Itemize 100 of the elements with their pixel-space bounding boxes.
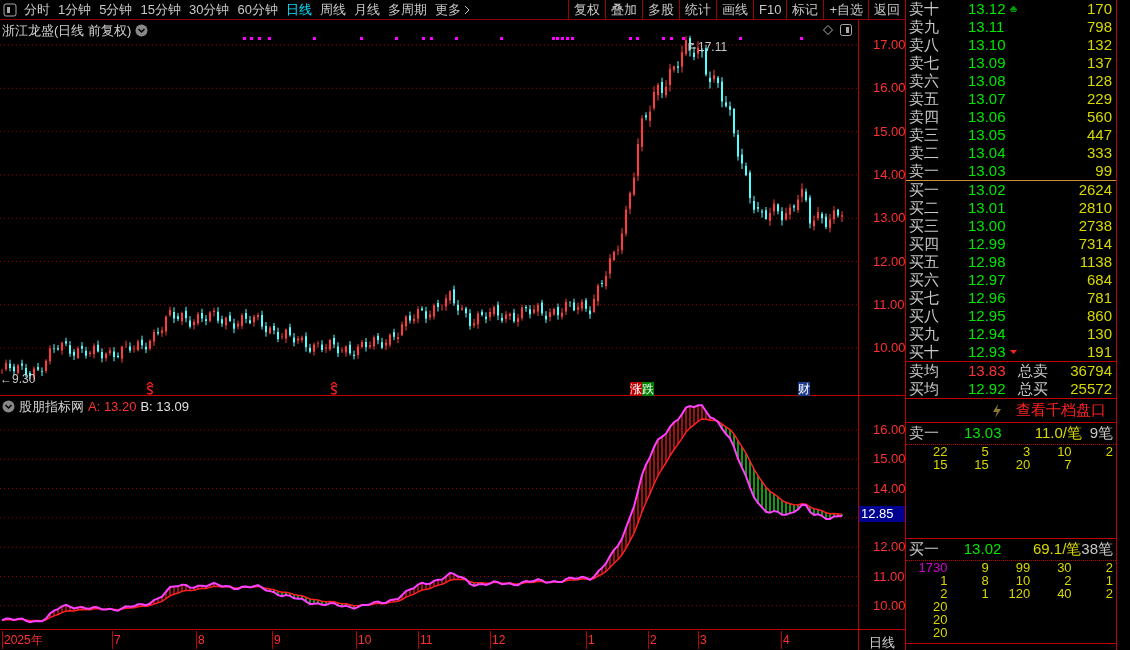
queue-order-size: 7 [1063, 458, 1072, 471]
toolbar-button[interactable]: F10 [753, 0, 787, 20]
queue-average: 69.1/笔 [1031, 539, 1082, 560]
dividend-marker-icon [146, 382, 154, 395]
axis-date-label: 2 [648, 631, 657, 649]
price-value: 13.12 [968, 0, 1006, 18]
axis-tick-label: 11.00 [873, 569, 905, 584]
queue-order-size: 20 [931, 626, 948, 639]
price-value: 12.99 [968, 235, 1006, 253]
down-triangle-icon [1010, 349, 1018, 355]
price-value: 13.08 [968, 72, 1006, 90]
period-tab[interactable]: 周线 [315, 0, 350, 20]
toolbar-button[interactable]: 返回 [868, 0, 905, 20]
period-tab[interactable]: 60分钟 [233, 0, 282, 20]
dividend-marker-icon [330, 382, 338, 395]
volume-value: 2810 [1077, 199, 1113, 217]
queue-order-size: 22 [931, 445, 948, 458]
level-label: 卖一 [908, 162, 940, 180]
period-tab[interactable]: 多周期 [383, 0, 431, 20]
chevron-down-icon[interactable] [2, 400, 15, 414]
axis-date-label: 12 [490, 631, 506, 649]
axis-date-label: 3 [698, 631, 707, 649]
queue-order-size: 2 [1104, 587, 1113, 600]
queue-order-size: 2 [1063, 574, 1072, 587]
volume-value: 191 [1085, 343, 1113, 361]
volume-value: 684 [1085, 271, 1113, 289]
volume-value: 2738 [1077, 217, 1113, 235]
toolbar-button[interactable]: 多股 [642, 0, 679, 20]
level-label: 卖七 [908, 54, 940, 72]
period-tab[interactable]: 5分钟 [95, 0, 137, 20]
price-value: 12.97 [968, 271, 1006, 289]
total-label: 总买 [1018, 378, 1048, 399]
axis-tick-label: 15.00 [873, 452, 906, 467]
price-value: 12.96 [968, 289, 1006, 307]
queue-order-size: 8 [980, 574, 989, 587]
toolbar-button[interactable]: 统计 [679, 0, 716, 20]
level-label: 买四 [908, 235, 940, 253]
toolbar-button[interactable]: 叠加 [605, 0, 642, 20]
queue-count: 38笔 [1081, 539, 1114, 560]
total-volume: 36794 [1069, 360, 1113, 381]
axis-tick-label: 13.00 [873, 211, 906, 226]
toolbar-button[interactable]: 画线 [716, 0, 753, 20]
axis-date-label: 11 [418, 631, 433, 649]
panel-toggle-icon[interactable] [3, 2, 17, 17]
price-value: 13.07 [968, 90, 1006, 108]
axis-date-label: 4 [781, 631, 790, 649]
period-tab[interactable]: 日线 [281, 0, 316, 20]
toolbar-button[interactable]: 复权 [568, 0, 605, 20]
level-label: 买八 [908, 307, 940, 325]
indicator-a-value: A: 13.20 [88, 398, 137, 416]
chevron-down-icon[interactable] [135, 24, 149, 38]
volume-value: 130 [1085, 325, 1113, 343]
level-label: 卖六 [908, 72, 940, 90]
period-tab[interactable]: 15分钟 [136, 0, 185, 20]
level-label: 卖十 [908, 0, 940, 18]
axis-date-label: 10 [356, 631, 372, 649]
flag-icon [688, 42, 698, 52]
volume-value: 99 [1094, 162, 1113, 180]
queue-order-size: 2 [1104, 561, 1113, 574]
axis-date-label: 7 [112, 631, 121, 649]
volume-value: 229 [1085, 90, 1113, 108]
level-label: 买二 [908, 199, 940, 217]
period-tab[interactable]: 30分钟 [184, 0, 234, 20]
queue-order-size: 20 [931, 613, 948, 626]
level-label: 卖五 [908, 90, 940, 108]
level-label: 买五 [908, 253, 940, 271]
level-label: 卖二 [908, 144, 940, 162]
volume-value: 170 [1085, 0, 1113, 18]
up-arrow-icon [1010, 5, 1018, 13]
depth-link[interactable]: 查看千档盘口 [1016, 399, 1106, 422]
axis-date-label: 2025年 [2, 631, 43, 649]
queue-order-size: 2 [1104, 445, 1113, 458]
toolbar-button[interactable]: +自选 [823, 0, 868, 20]
diamond-icon[interactable] [823, 25, 833, 35]
axis-tick-label: 17.00 [873, 38, 906, 52]
period-tab[interactable]: 分时 [20, 0, 54, 20]
volume-value: 447 [1085, 126, 1113, 144]
more-menu[interactable]: 更多 [430, 0, 475, 20]
level-label: 买十 [908, 343, 940, 361]
toolbar-button[interactable]: 标记 [786, 0, 824, 20]
volume-value: 2624 [1077, 181, 1113, 199]
queue-average: 11.0/笔 [1033, 423, 1082, 444]
price-value: 13.02 [968, 181, 1006, 199]
price-value: 13.10 [968, 36, 1006, 54]
period-tab[interactable]: 月线 [349, 0, 384, 20]
queue-level-label: 卖一 [908, 423, 940, 444]
volume-value: 798 [1085, 18, 1113, 36]
total-volume: 25572 [1069, 378, 1113, 399]
high-price-label: 17.11 [698, 39, 728, 56]
level-label: 买一 [908, 181, 940, 199]
volume-value: 560 [1085, 108, 1113, 126]
price-value: 13.06 [968, 108, 1006, 126]
volume-value: 132 [1085, 36, 1113, 54]
queue-order-size: 40 [1056, 587, 1072, 600]
queue-order-size: 1 [939, 574, 948, 587]
queue-order-size: 10 [1014, 574, 1031, 587]
panel-toggle-icon[interactable] [840, 24, 852, 36]
axis-tick-label: 12.00 [873, 254, 906, 269]
axis-date-label: 1 [586, 631, 595, 649]
period-tab[interactable]: 1分钟 [54, 0, 96, 20]
